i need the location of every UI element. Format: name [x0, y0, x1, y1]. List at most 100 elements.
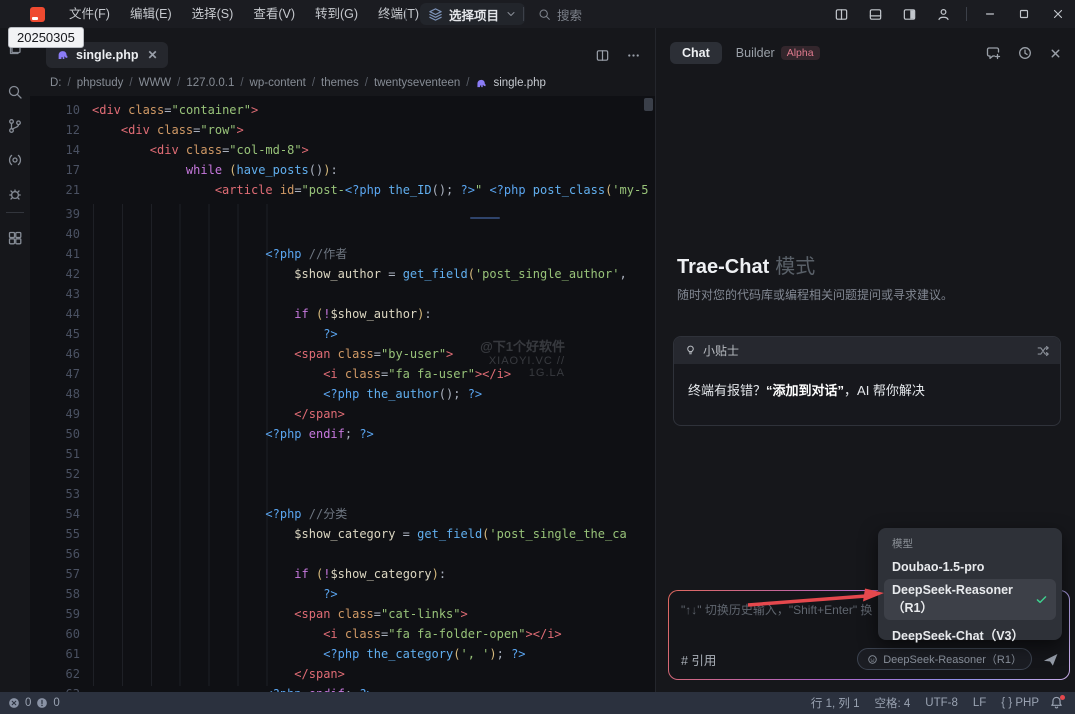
code-line-57[interactable]: 57 if (!$show_category): [30, 564, 655, 584]
breadcrumb-item-4[interactable]: wp-content [250, 77, 306, 89]
code-line-43[interactable]: 43 [30, 284, 655, 304]
code-line-53[interactable]: 53 [30, 484, 655, 504]
menu-item-3[interactable]: 查看(V) [243, 0, 305, 28]
code-line-content: while (have_posts()): [92, 160, 338, 180]
activity-bar-divider [6, 212, 24, 213]
code-line-56[interactable]: 56 [30, 544, 655, 564]
code-line-59[interactable]: 59 <span class="cat-links"> [30, 604, 655, 624]
chat-mode-subtitle: 随时对您的代码库或编程相关问题提问或寻求建议。 [677, 286, 953, 303]
breadcrumb-separator: / [68, 77, 71, 89]
editor-scrollbar[interactable] [644, 98, 653, 111]
code-line-content: $show_author = get_field('post_single_au… [92, 264, 627, 284]
code-line-47[interactable]: 47 <i class="fa fa-user"></i> [30, 364, 655, 384]
code-line-49[interactable]: 49 </span> [30, 404, 655, 424]
reference-button[interactable]: # 引用 [681, 650, 716, 669]
code-line-14[interactable]: 14 <div class="col-md-8"> [30, 140, 655, 160]
split-editor-icon[interactable] [595, 48, 610, 63]
app-logo-icon[interactable] [30, 7, 45, 22]
notifications-bell-icon[interactable] [1049, 695, 1065, 711]
search-sidebar-icon[interactable] [7, 84, 23, 100]
code-line-39[interactable]: 39 [30, 204, 655, 224]
debug-icon[interactable] [7, 186, 23, 202]
line-number: 54 [30, 504, 92, 524]
code-line-content: <article id="post-<?php the_ID(); ?>" <?… [92, 180, 648, 200]
code-line-21[interactable]: 21 <article id="post-<?php the_ID(); ?>"… [30, 180, 655, 200]
send-icon[interactable] [1042, 651, 1059, 668]
code-line-46[interactable]: 46 <span class="by-user"> [30, 344, 655, 364]
breadcrumb-item-1[interactable]: phpstudy [77, 77, 124, 89]
code-line-58[interactable]: 58 ?> [30, 584, 655, 604]
code-line-50[interactable]: 50 <?php endif; ?> [30, 424, 655, 444]
layout-panel-right-icon[interactable] [892, 0, 926, 28]
remote-link-icon[interactable] [7, 152, 23, 168]
maximize-button[interactable] [1007, 0, 1041, 28]
close-button[interactable] [1041, 0, 1075, 28]
new-chat-icon[interactable] [985, 45, 1001, 61]
code-line-62[interactable]: 62 </span> [30, 664, 655, 684]
status-item-0[interactable]: 行 1, 列 1 [811, 695, 860, 711]
code-line-content: ?> [92, 584, 338, 604]
breadcrumb-item-2[interactable]: WWW [139, 77, 172, 89]
global-search[interactable]: 搜索 [538, 0, 582, 28]
status-item-2[interactable]: UTF-8 [925, 697, 958, 709]
code-line-54[interactable]: 54 <?php //分类 [30, 504, 655, 524]
more-actions-icon[interactable] [626, 48, 641, 63]
chat-mode-title-main: Trae-Chat [677, 256, 769, 278]
code-editor[interactable]: 10<div class="container">12 <div class="… [30, 96, 655, 692]
code-line-55[interactable]: 55 $show_category = get_field('post_sing… [30, 524, 655, 544]
code-line-51[interactable]: 51 [30, 444, 655, 464]
status-item-1[interactable]: 空格: 4 [874, 695, 910, 711]
close-panel-icon[interactable] [1049, 47, 1062, 60]
extensions-icon[interactable] [7, 230, 23, 246]
code-line-52[interactable]: 52 [30, 464, 655, 484]
code-line-content: <div class="container"> [92, 100, 258, 120]
status-item-3[interactable]: LF [973, 697, 986, 709]
source-control-icon[interactable] [7, 118, 23, 134]
menu-item-2[interactable]: 选择(S) [182, 0, 244, 28]
account-icon[interactable] [926, 0, 960, 28]
problems-indicator[interactable]: 0 0 [8, 697, 60, 709]
line-number: 21 [30, 180, 92, 200]
code-line-60[interactable]: 60 <i class="fa fa-folder-open"></i> [30, 624, 655, 644]
breadcrumb-item-6[interactable]: twentyseventeen [374, 77, 460, 89]
code-line-17[interactable]: 17 while (have_posts()): [30, 160, 655, 180]
layout-panel-bottom-icon[interactable] [858, 0, 892, 28]
code-line-44[interactable]: 44 if (!$show_author): [30, 304, 655, 324]
minimize-button[interactable] [973, 0, 1007, 28]
status-item-4[interactable]: { } PHP [1001, 697, 1039, 709]
layout-split-columns-icon[interactable] [824, 0, 858, 28]
model-option-1[interactable]: DeepSeek-Reasoner（R1） [884, 579, 1056, 620]
breadcrumb-item-0[interactable]: D: [50, 77, 62, 89]
code-line-63[interactable]: 63 <?php endif; ?> [30, 684, 655, 692]
menu-item-0[interactable]: 文件(F) [59, 0, 120, 28]
menu-item-4[interactable]: 转到(G) [305, 0, 368, 28]
breadcrumb: D:/phpstudy/WWW/127.0.0.1/wp-content/the… [30, 70, 655, 96]
code-line-45[interactable]: 45 ?> [30, 324, 655, 344]
model-option-label: DeepSeek-Chat（V3） [892, 625, 1024, 644]
breadcrumb-item-7[interactable]: single.php [475, 77, 545, 90]
tab-chat[interactable]: Chat [670, 42, 722, 64]
model-selector-pill[interactable]: DeepSeek-Reasoner（R1） [857, 648, 1032, 670]
tab-builder[interactable]: Builder Alpha [736, 46, 820, 60]
shuffle-icon[interactable] [1036, 344, 1050, 358]
chat-mode-title-suffix: 模式 [775, 256, 815, 278]
code-line-41[interactable]: 41 <?php //作者 [30, 244, 655, 264]
project-picker[interactable]: 选择项目 [420, 3, 525, 25]
code-line-40[interactable]: 40 [30, 224, 655, 244]
code-line-12[interactable]: 12 <div class="row"> [30, 120, 655, 140]
code-line-42[interactable]: 42 $show_author = get_field('post_single… [30, 264, 655, 284]
fold-indicator[interactable] [470, 217, 500, 219]
tab-close-icon[interactable]: ✕ [148, 48, 158, 62]
code-line-10[interactable]: 10<div class="container"> [30, 100, 655, 120]
breadcrumb-item-3[interactable]: 127.0.0.1 [186, 77, 234, 89]
history-icon[interactable] [1017, 45, 1033, 61]
code-line-content: <?php endif; ?> [92, 424, 374, 444]
model-option-0[interactable]: Doubao-1.5-pro [884, 556, 1056, 578]
tab-label: single.php [76, 48, 139, 62]
code-line-61[interactable]: 61 <?php the_category(', '); ?> [30, 644, 655, 664]
code-line-48[interactable]: 48 <?php the_author(); ?> [30, 384, 655, 404]
line-number: 47 [30, 364, 92, 384]
menu-item-1[interactable]: 编辑(E) [120, 0, 182, 28]
model-option-2[interactable]: DeepSeek-Chat（V3） [884, 621, 1056, 648]
breadcrumb-item-5[interactable]: themes [321, 77, 359, 89]
